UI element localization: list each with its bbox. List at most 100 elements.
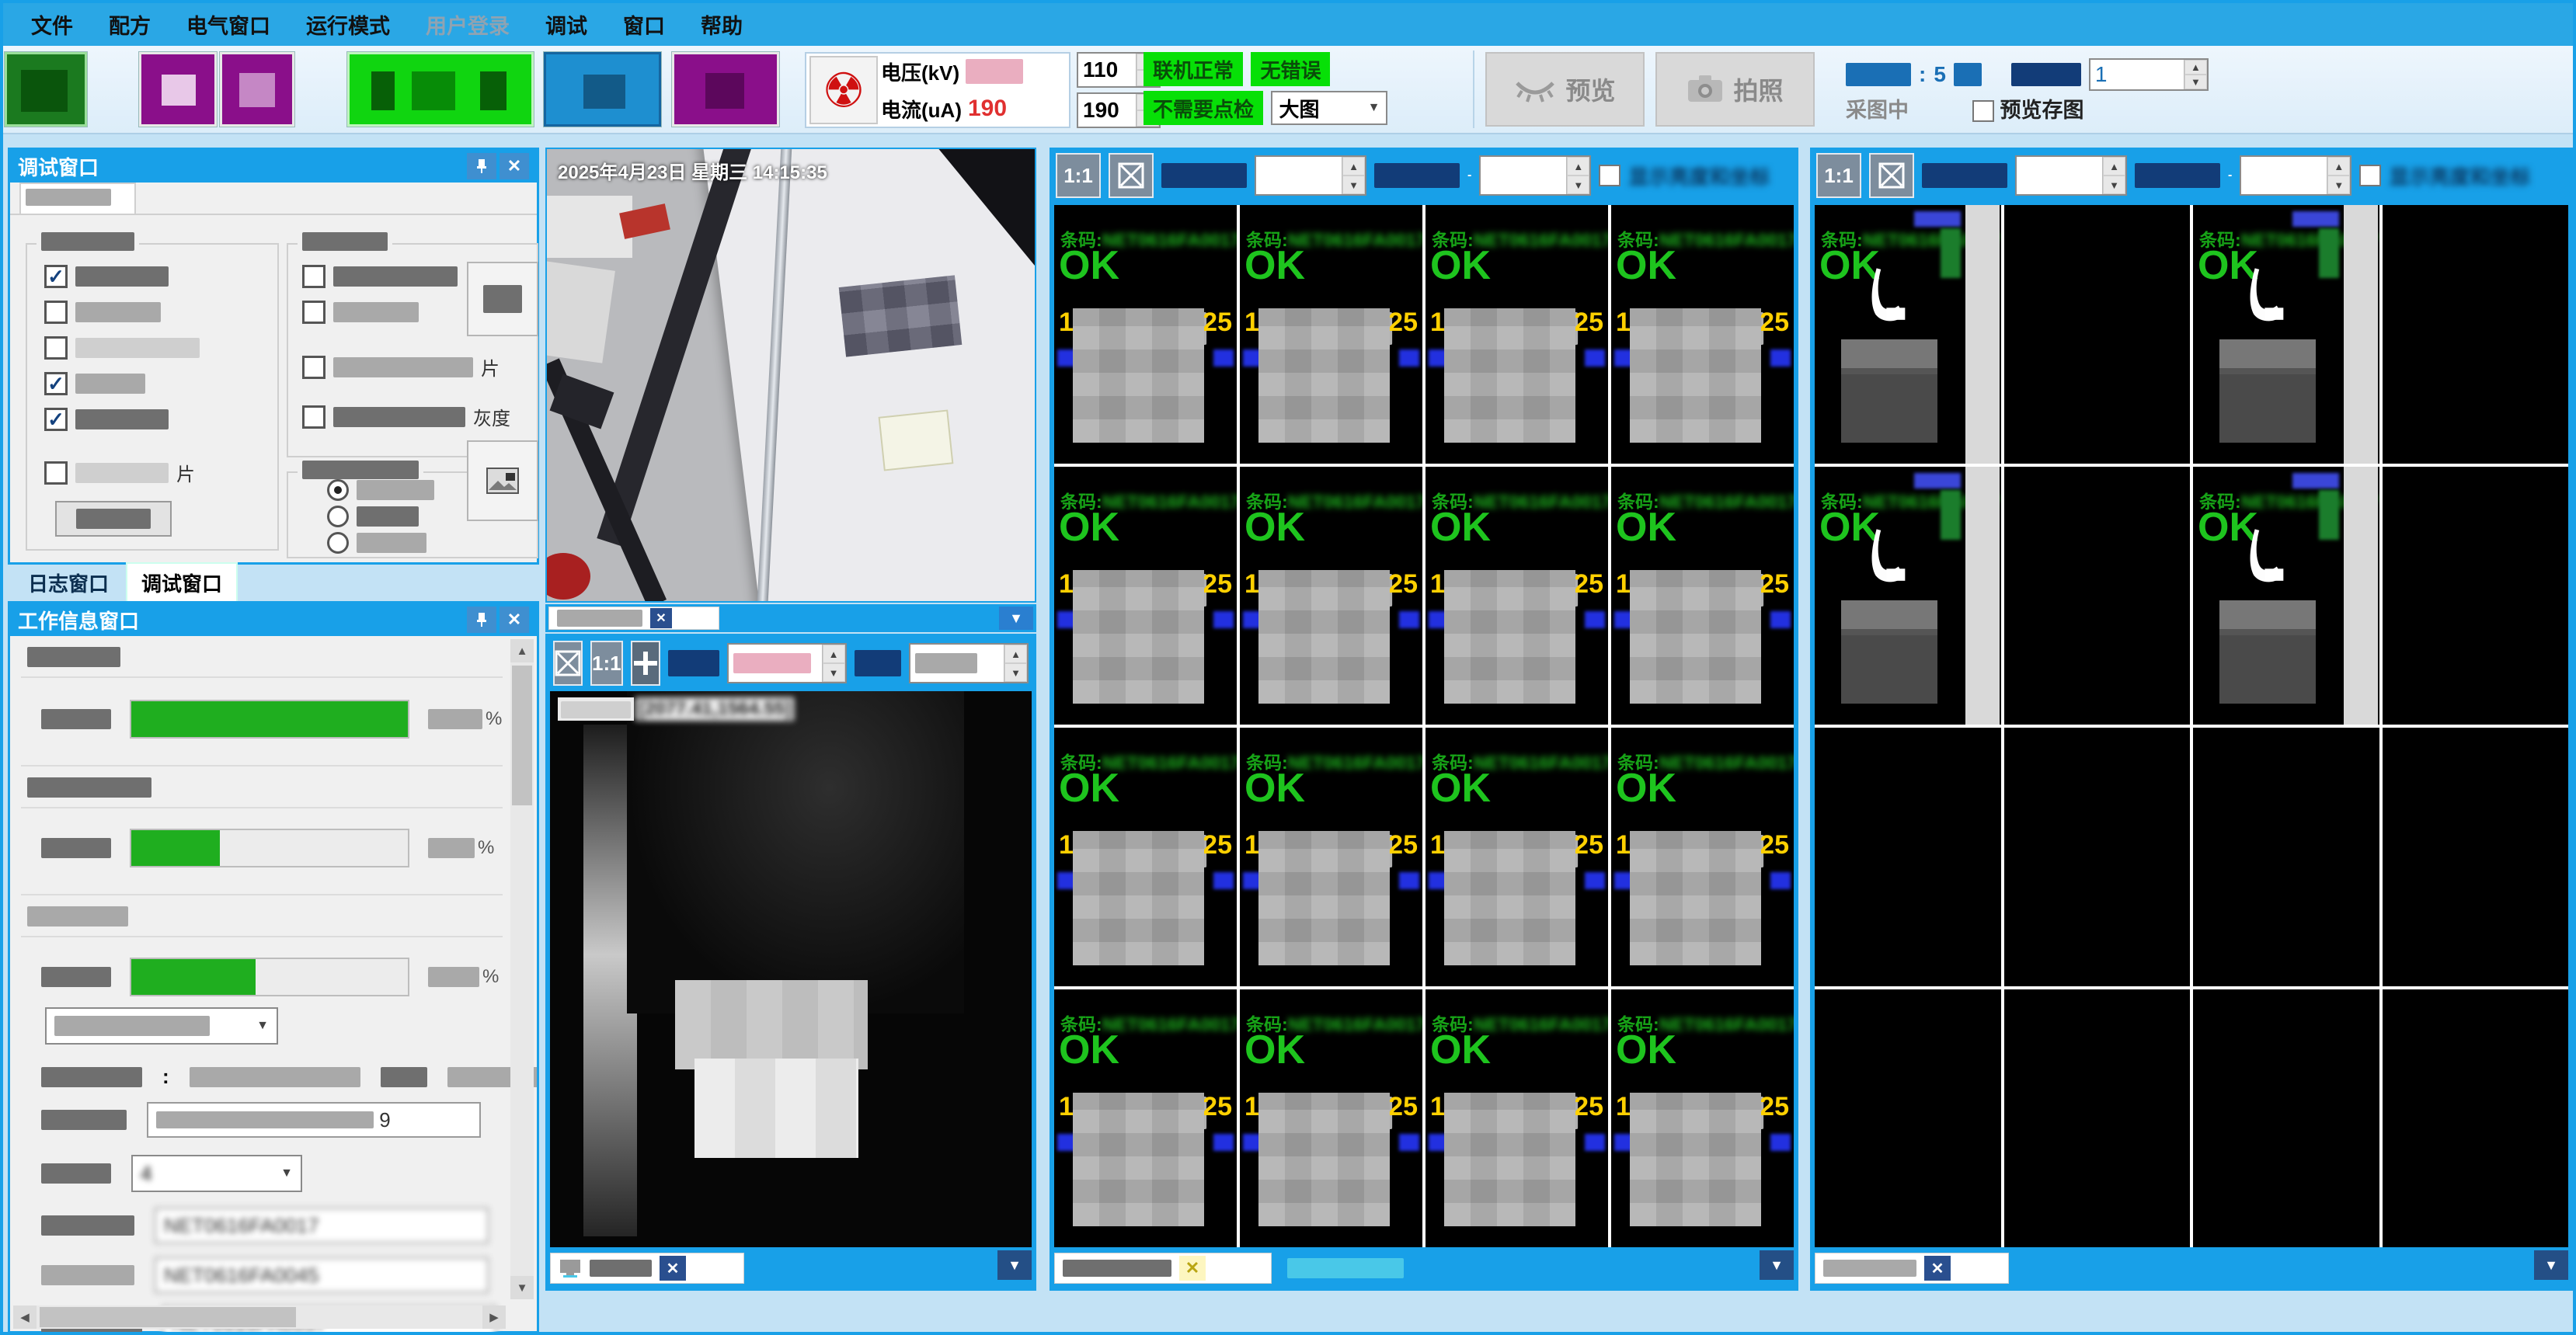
brightness-value[interactable]: 100.0: [2017, 157, 2102, 194]
grid-tab-inactive[interactable]: [1287, 1258, 1404, 1278]
one-to-one-button[interactable]: 1:1: [1816, 153, 1861, 198]
pin-icon[interactable]: [467, 607, 496, 633]
menu-user-login[interactable]: 用户登录: [413, 9, 522, 40]
chevron-down-icon[interactable]: ▼: [2534, 1250, 2568, 1280]
close-icon[interactable]: ✕: [500, 607, 529, 633]
image-size-select[interactable]: 大图 ▼: [1271, 91, 1387, 125]
toolbar-button-5[interactable]: [544, 52, 661, 127]
checkbox-3[interactable]: [44, 336, 68, 360]
menu-electrical-window[interactable]: 电气窗口: [174, 9, 283, 40]
xray-cell[interactable]: 条码:NET0616FA0017 OK 1 25: [1426, 467, 1608, 725]
xray-image[interactable]: [2077.41,1564.55]: [550, 691, 1032, 1247]
menu-debug[interactable]: 调试: [533, 9, 600, 40]
pin-icon[interactable]: [467, 153, 496, 179]
xray-cell[interactable]: [2004, 467, 2191, 725]
menu-file[interactable]: 文件: [19, 9, 85, 40]
offset-spinner[interactable]: 0 ▲▼: [1479, 155, 1591, 196]
xray-cell[interactable]: 条码:NET0616FA0017 OK 1 25: [1611, 728, 1794, 986]
scroll-down-arrow[interactable]: ▼: [510, 1276, 534, 1299]
close-icon[interactable]: ✕: [1179, 1256, 1206, 1281]
chevron-down-icon[interactable]: ▼: [997, 1250, 1032, 1280]
xray-cell[interactable]: 条码:NET0616FA0017 OK 1 25: [1426, 989, 1608, 1248]
radio-3[interactable]: [327, 532, 349, 554]
checkbox-7[interactable]: [302, 265, 325, 288]
show-coords-checkbox[interactable]: [2359, 165, 2381, 186]
show-coords-checkbox[interactable]: [1599, 165, 1620, 186]
close-icon[interactable]: ✕: [650, 608, 672, 628]
xray-cell[interactable]: [2004, 205, 2191, 464]
xray-cell[interactable]: 条码:NET0616FA0017 OK 1 25: [1611, 205, 1794, 464]
close-icon[interactable]: ✕: [1924, 1256, 1951, 1281]
icon-button-2[interactable]: [467, 440, 538, 521]
xray-cell[interactable]: 条码:NET0616FA0017 OK: [2193, 205, 2379, 464]
scroll-up-arrow[interactable]: ▲: [510, 639, 534, 662]
xray-cell[interactable]: [1815, 989, 2001, 1248]
xray-cell[interactable]: 条码:NET0616FA0017 OK 1 25: [1611, 467, 1794, 725]
xray-cell[interactable]: 条码:NET0616FA0017 OK 1 25: [1054, 989, 1237, 1248]
checkbox-8[interactable]: [302, 301, 325, 324]
spinner-arrows[interactable]: ▲▼: [1342, 157, 1365, 194]
checkbox-2[interactable]: [44, 301, 68, 324]
tab-log-window[interactable]: 日志窗口: [14, 564, 123, 602]
recipe-combobox[interactable]: ▼: [45, 1007, 278, 1045]
scrollbar-thumb[interactable]: [512, 666, 532, 805]
group1-button[interactable]: [55, 501, 172, 537]
grid-tab-active[interactable]: ✕: [1054, 1253, 1272, 1284]
text-input-1[interactable]: 9: [147, 1102, 481, 1138]
toolbar-button-3[interactable]: [220, 52, 294, 127]
spinner-arrows[interactable]: ▲▼: [822, 645, 845, 682]
xray-cell[interactable]: [1815, 728, 2001, 986]
toolbar-button-start[interactable]: [347, 52, 534, 127]
debug-settings-tab[interactable]: [19, 183, 136, 214]
radio-1[interactable]: [327, 479, 349, 501]
barcode-input-1[interactable]: NET0616FA0017: [155, 1208, 489, 1243]
grid-tab-active[interactable]: ✕: [1815, 1253, 2009, 1284]
scroll-left-arrow[interactable]: ◀: [13, 1305, 37, 1329]
close-icon[interactable]: ✕: [660, 1256, 686, 1281]
vertical-scrollbar[interactable]: ▲ ▼: [510, 639, 534, 1299]
xray-cell[interactable]: 条码:NET0616FA0017 OK 1 25: [1426, 728, 1608, 986]
ua-spinner-value[interactable]: 190: [1078, 94, 1136, 127]
form-combobox[interactable]: 4 ▼: [131, 1155, 302, 1192]
one-to-one-button[interactable]: 1:1: [1056, 153, 1101, 198]
overlay-value[interactable]: 1: [2090, 60, 2184, 89]
preview-button[interactable]: 预览: [1485, 52, 1645, 127]
icon-button-1[interactable]: [467, 262, 538, 336]
toolbar-button-2[interactable]: [139, 52, 217, 127]
checkbox-1[interactable]: ✓: [44, 265, 68, 288]
viewer-tab[interactable]: ✕: [550, 1253, 744, 1284]
barcode-input-2[interactable]: NET0616FA0045: [155, 1257, 489, 1293]
tab-debug-window[interactable]: 调试窗口: [126, 562, 238, 602]
xray-cell[interactable]: 条码:NET0616FA0017 OK 1 25: [1240, 205, 1422, 464]
checkbox-10[interactable]: [302, 405, 325, 429]
xray-cell[interactable]: 条码:NET0616FA0017 OK 1 25: [1240, 728, 1422, 986]
scroll-right-arrow[interactable]: ▶: [482, 1305, 506, 1329]
xray-cell[interactable]: [2004, 728, 2191, 986]
chevron-down-icon[interactable]: ▼: [999, 607, 1033, 630]
fit-view-button[interactable]: [553, 641, 583, 686]
spinner-arrows[interactable]: ▲▼: [2102, 157, 2125, 194]
save-preview-checkbox[interactable]: [1972, 100, 1994, 122]
xray-cell[interactable]: [2193, 989, 2379, 1248]
xray-cell[interactable]: 条码:NET0616FA0017 OK 1 25: [1054, 467, 1237, 725]
menu-run-mode[interactable]: 运行模式: [294, 9, 402, 40]
xray-cell[interactable]: 条码:NET0616FA0017 OK 1 25: [1426, 205, 1608, 464]
xray-cell[interactable]: 条码:NET0616FA0017 OK: [2193, 467, 2379, 725]
xray-cell[interactable]: 条码:NET0616FA0017 OK 1 25: [1240, 467, 1422, 725]
snapshot-button[interactable]: 拍照: [1655, 52, 1815, 127]
viewer-spinner-1[interactable]: ▲▼: [727, 643, 847, 683]
checkbox-4[interactable]: ✓: [44, 372, 68, 395]
camera-tab[interactable]: ✕: [548, 607, 719, 631]
overlay-spinner-arrows[interactable]: ▲▼: [2184, 60, 2207, 89]
xray-cell[interactable]: 条码:NET0616FA0017 OK 1 25: [1054, 205, 1237, 464]
menu-help[interactable]: 帮助: [688, 9, 755, 40]
menu-recipe[interactable]: 配方: [96, 9, 163, 40]
close-icon[interactable]: ✕: [500, 153, 529, 179]
toolbar-button-6[interactable]: [672, 52, 779, 127]
xray-cell[interactable]: [2383, 728, 2569, 986]
fit-view-button[interactable]: [1869, 153, 1914, 198]
radio-2[interactable]: [327, 506, 349, 527]
fit-view-button[interactable]: [1109, 153, 1154, 198]
xray-cell[interactable]: [2004, 989, 2191, 1248]
offset-value[interactable]: 0: [1481, 157, 1566, 194]
